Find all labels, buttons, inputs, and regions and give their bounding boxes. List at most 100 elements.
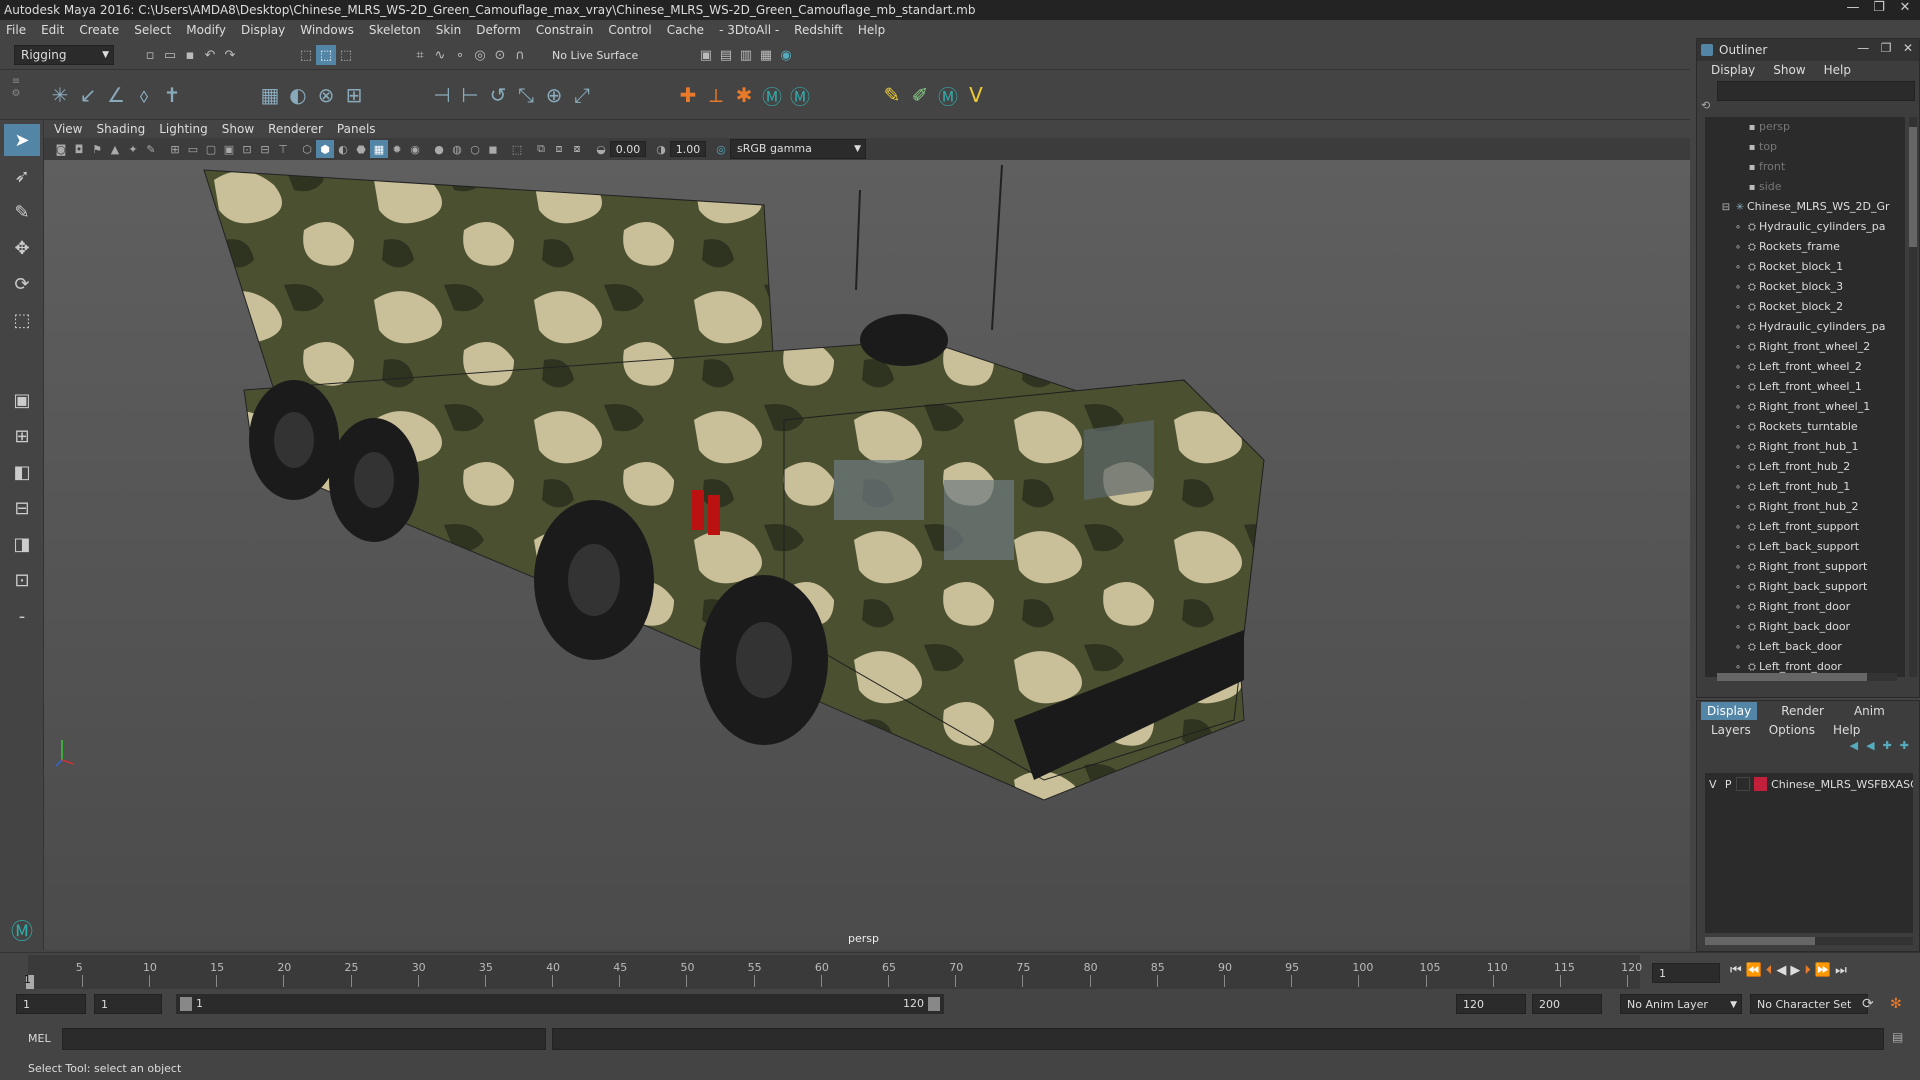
menu-set-dropdown[interactable]: Rigging ▼ [14, 45, 114, 65]
layer-playback-toggle[interactable]: P [1720, 778, 1735, 791]
close-icon[interactable]: ✕ [1892, 0, 1918, 18]
outliner-item[interactable]: ∘ ⛭ Left_back_door [1705, 637, 1905, 657]
hypershade-layout-icon[interactable]: ◨ [4, 528, 40, 560]
outliner-item[interactable]: ∘ ⛭ Right_front_hub_1 [1705, 437, 1905, 457]
auto-key-icon[interactable]: ⟳ [1862, 996, 1874, 1012]
menu-item[interactable]: Windows [300, 23, 354, 37]
layer-menu-item[interactable]: Help [1833, 723, 1860, 737]
pole-vector-icon[interactable]: ⤢ [568, 78, 596, 112]
outliner-item[interactable]: ∘ ⛭ Left_back_support [1705, 537, 1905, 557]
lasso-tool-icon[interactable]: ➶ [4, 160, 40, 192]
snap-point-icon[interactable]: ∘ [450, 45, 470, 65]
aim-constraint-icon[interactable]: ⊕ [540, 78, 568, 112]
use-all-lights-icon[interactable]: ✹ [388, 140, 406, 158]
bind-skin-icon[interactable]: ⬨ [130, 78, 158, 112]
outliner-item[interactable]: ∘ ⛭ Right_back_support [1705, 577, 1905, 597]
panel-menu-item[interactable]: Show [222, 122, 254, 136]
outliner-item[interactable]: ∘ ⛭ Rocket_block_2 [1705, 297, 1905, 317]
outliner-item[interactable]: ∘ ⛭ Left_front_wheel_2 [1705, 357, 1905, 377]
render-settings-icon[interactable]: ▦ [756, 45, 776, 65]
outliner-item[interactable]: ∘ ⛭ Right_front_wheel_1 [1705, 397, 1905, 417]
panel-menu-item[interactable]: Panels [337, 122, 376, 136]
go-to-start-icon[interactable]: ⏮ [1730, 963, 1742, 978]
layer-row[interactable]: V P Chinese_MLRS_WSFBXASC [1705, 773, 1913, 795]
new-scene-icon[interactable]: ▫ [140, 45, 160, 65]
minimize-icon[interactable]: — [1857, 41, 1869, 55]
layer-hscrollbar[interactable] [1705, 937, 1913, 945]
gamma-icon[interactable]: ◑ [652, 140, 670, 158]
wireframe-icon[interactable]: ⬡ [298, 140, 316, 158]
collapse-node-icon[interactable]: ⊟ [1719, 198, 1733, 217]
panel-menu-item[interactable]: Lighting [159, 122, 208, 136]
menu-item[interactable]: Edit [41, 23, 64, 37]
xray-icon[interactable]: ⧉ [532, 140, 550, 158]
locator-icon[interactable]: ✚ [674, 78, 702, 112]
menu-item[interactable]: Skin [436, 23, 462, 37]
outliner-item[interactable]: ∘ ⛭ Left_front_hub_2 [1705, 457, 1905, 477]
outliner-item[interactable]: ▪ front [1705, 157, 1905, 177]
parent-constraint-icon[interactable]: ⊣ [428, 78, 456, 112]
layer-menu-item[interactable]: Options [1769, 723, 1815, 737]
range-bar[interactable]: 1 120 [176, 994, 944, 1014]
gamma-field[interactable]: 1.00 [670, 141, 706, 157]
menu-item[interactable]: Control [608, 23, 651, 37]
outliner-item[interactable]: ▪ side [1705, 177, 1905, 197]
menu-item[interactable]: - 3DtoAll - [719, 23, 779, 37]
cluster-icon[interactable]: ◐ [284, 78, 312, 112]
outliner-item[interactable]: ∘ ⛭ Right_back_door [1705, 617, 1905, 637]
undo-icon[interactable]: ↶ [200, 45, 220, 65]
layer-menu-item[interactable]: Layers [1711, 723, 1751, 737]
minimize-icon[interactable]: — [1840, 0, 1866, 18]
outliner-menu-item[interactable]: Help [1824, 63, 1851, 77]
menu-item[interactable]: File [6, 23, 26, 37]
paint-select-icon[interactable]: ✎ [4, 196, 40, 228]
anim-layer-dropdown[interactable]: No Anim Layer ▼ [1620, 994, 1742, 1014]
maya-m-icon[interactable]: Ⓜ [758, 78, 786, 112]
outliner-item[interactable]: ∘ ⛭ Rocket_block_1 [1705, 257, 1905, 277]
persp-graph-icon[interactable]: ⊟ [4, 492, 40, 524]
scale-constraint-icon[interactable]: ⤡ [512, 78, 540, 112]
play-backward-icon[interactable]: ◀ [1776, 963, 1786, 978]
scale-tool-icon[interactable]: ⬚ [4, 304, 40, 336]
select-hierarchy-icon[interactable]: ⬚ [296, 45, 316, 65]
layer-tab[interactable]: Anim [1848, 702, 1891, 720]
preferences-icon[interactable]: ✻ [1890, 996, 1902, 1012]
camera-select-icon[interactable]: ◙ [52, 140, 70, 158]
xray-active-icon[interactable]: ⧈ [550, 140, 568, 158]
bookmark-icon[interactable]: ⚑ [88, 140, 106, 158]
snap-curve-icon[interactable]: ∿ [430, 45, 450, 65]
playback-end-field[interactable]: 120 [1456, 994, 1526, 1014]
outliner-menu-item[interactable]: Show [1773, 63, 1805, 77]
outliner-item[interactable]: ▪ persp [1705, 117, 1905, 137]
maya-m2-icon[interactable]: Ⓜ [786, 78, 814, 112]
layer-tab[interactable]: Render [1775, 702, 1830, 720]
field-chart-icon[interactable]: ⊡ [238, 140, 256, 158]
step-forward-frame-icon[interactable]: ⏵ [1804, 963, 1811, 978]
current-frame-field[interactable]: 1 [1652, 963, 1720, 983]
single-perspective-icon[interactable]: ▣ [4, 384, 40, 416]
outliner-item[interactable]: ∘ ⛭ Rocket_block_3 [1705, 277, 1905, 297]
outliner-item[interactable]: ∘ ⛭ Right_front_wheel_2 [1705, 337, 1905, 357]
smooth-shade-icon[interactable]: ⬢ [316, 140, 334, 158]
outliner-item[interactable]: ∘ ⛭ Right_front_support [1705, 557, 1905, 577]
character-set-dropdown[interactable]: No Character Set [1750, 994, 1868, 1014]
screen-space-ao-icon[interactable]: ● [430, 140, 448, 158]
move-tool-icon[interactable]: ✥ [4, 232, 40, 264]
outliner-scrollbar[interactable] [1909, 117, 1917, 677]
brush-icon[interactable]: ✐ [906, 78, 934, 112]
play-forward-icon[interactable]: ▶ [1790, 963, 1800, 978]
menu-item[interactable]: Display [241, 23, 285, 37]
outliner-item[interactable]: ∘ ⛭ Right_front_hub_2 [1705, 497, 1905, 517]
snap-view-icon[interactable]: ◎ [470, 45, 490, 65]
live-surface-label[interactable]: No Live Surface [552, 49, 638, 62]
humanik-icon[interactable]: ✝ [158, 78, 186, 112]
step-back-key-icon[interactable]: ⏪ [1746, 963, 1762, 978]
grease-pencil-icon[interactable]: ✎ [142, 140, 160, 158]
wrap-icon[interactable]: ⊞ [340, 78, 368, 112]
mel-label[interactable]: MEL [28, 1032, 51, 1045]
textured-icon[interactable]: ▦ [370, 140, 388, 158]
menu-item[interactable]: Constrain [536, 23, 594, 37]
outliner-item[interactable]: ▪ top [1705, 137, 1905, 157]
depth-of-field-icon[interactable]: ◼ [484, 140, 502, 158]
gate-mask-icon[interactable]: ▣ [220, 140, 238, 158]
